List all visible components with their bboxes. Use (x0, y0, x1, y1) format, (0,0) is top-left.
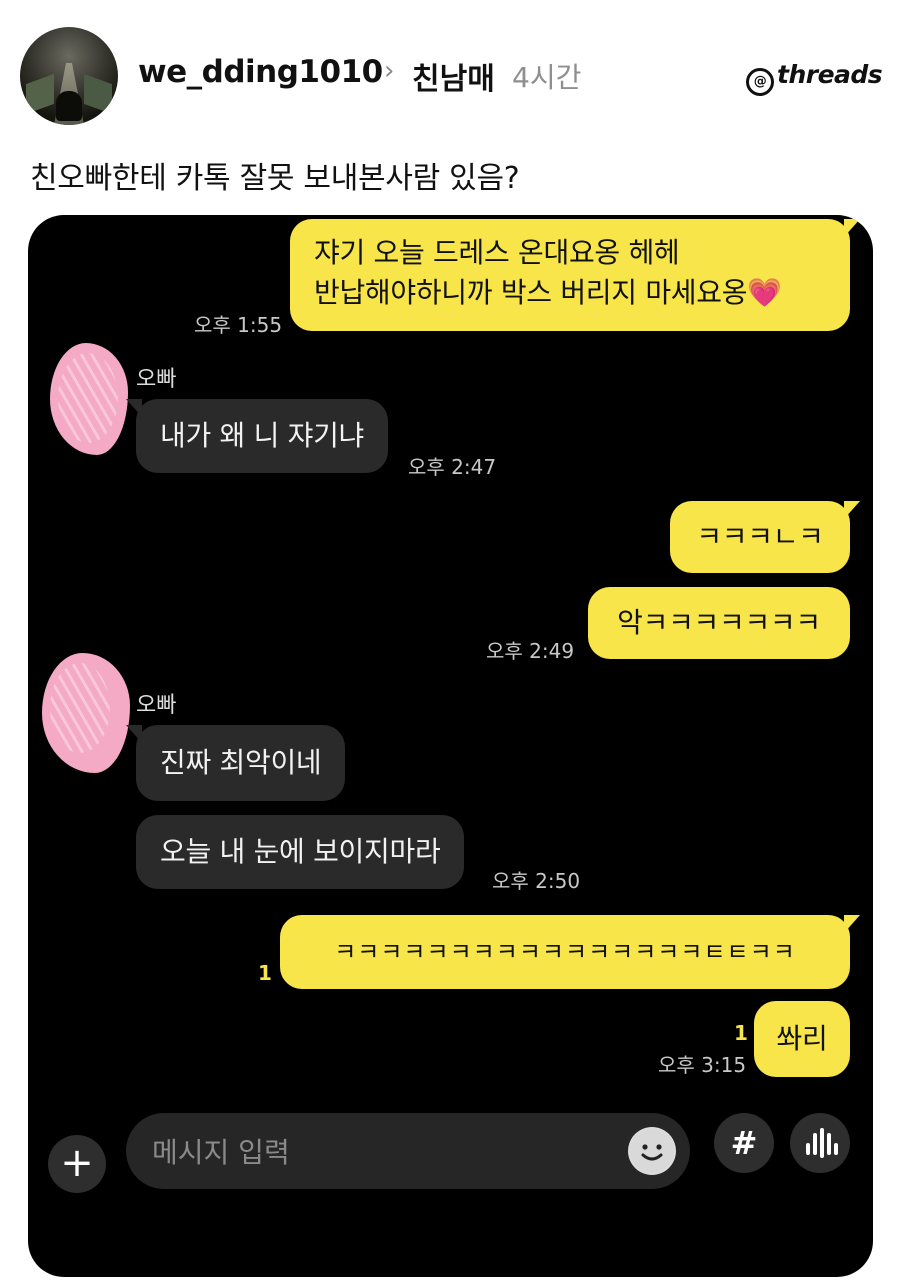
avatar-photo-detail (84, 73, 112, 115)
chevron-right-icon: › (384, 56, 395, 86)
message-timestamp: 오후 1:55 (194, 313, 283, 337)
smiley-face-icon (630, 1129, 674, 1173)
post-body-text: 친오빠한테 카톡 잘못 보내본사람 있음? (30, 161, 520, 196)
incoming-message-bubble: 진짜 최악이네 (125, 725, 346, 801)
attach-plus-button[interactable]: + (48, 1135, 106, 1193)
blurred-profile-avatar (50, 343, 128, 455)
threads-wordmark: threads (777, 60, 883, 89)
message-line: 쟈기 오늘 드레스 온대요옹 헤헤 (314, 236, 680, 269)
message-timestamp: 오후 2:49 (486, 639, 575, 663)
outgoing-message-bubble: 쏴리 (754, 1001, 850, 1077)
profile-avatar[interactable] (20, 27, 118, 125)
hashtag-search-button[interactable]: # (714, 1113, 774, 1173)
blurred-profile-avatar (42, 653, 130, 773)
message-timestamp: 오후 2:50 (492, 869, 581, 893)
threads-icon: @ (746, 68, 774, 96)
incoming-message-bubble: 내가 왜 니 쟈기냐 (125, 399, 389, 473)
topic-tag-link[interactable]: 친남매 (412, 54, 495, 98)
outgoing-message-bubble: ㅋㅋㅋㄴㅋ (670, 501, 860, 573)
outgoing-message-bubble: ㅋㅋㅋㅋㅋㅋㅋㅋㅋㅋㅋㅋㅋㅋㅋㅋㅌㅌㅋㅋ (280, 915, 860, 989)
avatar-photo-detail (56, 91, 82, 121)
unread-count: 1 (734, 1021, 748, 1045)
outgoing-message-bubble: 악ㅋㅋㅋㅋㅋㅋㅋ (588, 587, 850, 659)
incoming-message-bubble: 오늘 내 눈에 보이지마라 (136, 815, 465, 889)
voice-message-button[interactable] (790, 1113, 850, 1173)
sender-name: 오빠 (136, 367, 177, 392)
unread-count: 1 (258, 961, 272, 985)
message-line: 반납해야하니까 박스 버리지 마세요옹💗 (314, 276, 782, 309)
emoji-icon[interactable] (628, 1127, 676, 1175)
sender-name: 오빠 (136, 693, 177, 718)
avatar-photo-detail (26, 73, 54, 115)
outgoing-message-bubble: 쟈기 오늘 드레스 온대요옹 헤헤 반납해야하니까 박스 버리지 마세요옹💗 (290, 219, 860, 331)
chat-screenshot: 쟈기 오늘 드레스 온대요옹 헤헤 반납해야하니까 박스 버리지 마세요옹💗 오… (28, 215, 873, 1277)
pink-heart-emoji: 💗 (747, 276, 782, 309)
message-timestamp: 오후 3:15 (658, 1053, 747, 1077)
username-link[interactable]: we_dding1010 (138, 54, 383, 90)
message-timestamp: 오후 2:47 (408, 455, 497, 479)
message-input[interactable]: 메시지 입력 (126, 1113, 690, 1189)
message-input-placeholder: 메시지 입력 (152, 1136, 290, 1169)
post-timestamp: 4시간 (512, 61, 582, 94)
threads-logo: @ threads (746, 60, 883, 96)
